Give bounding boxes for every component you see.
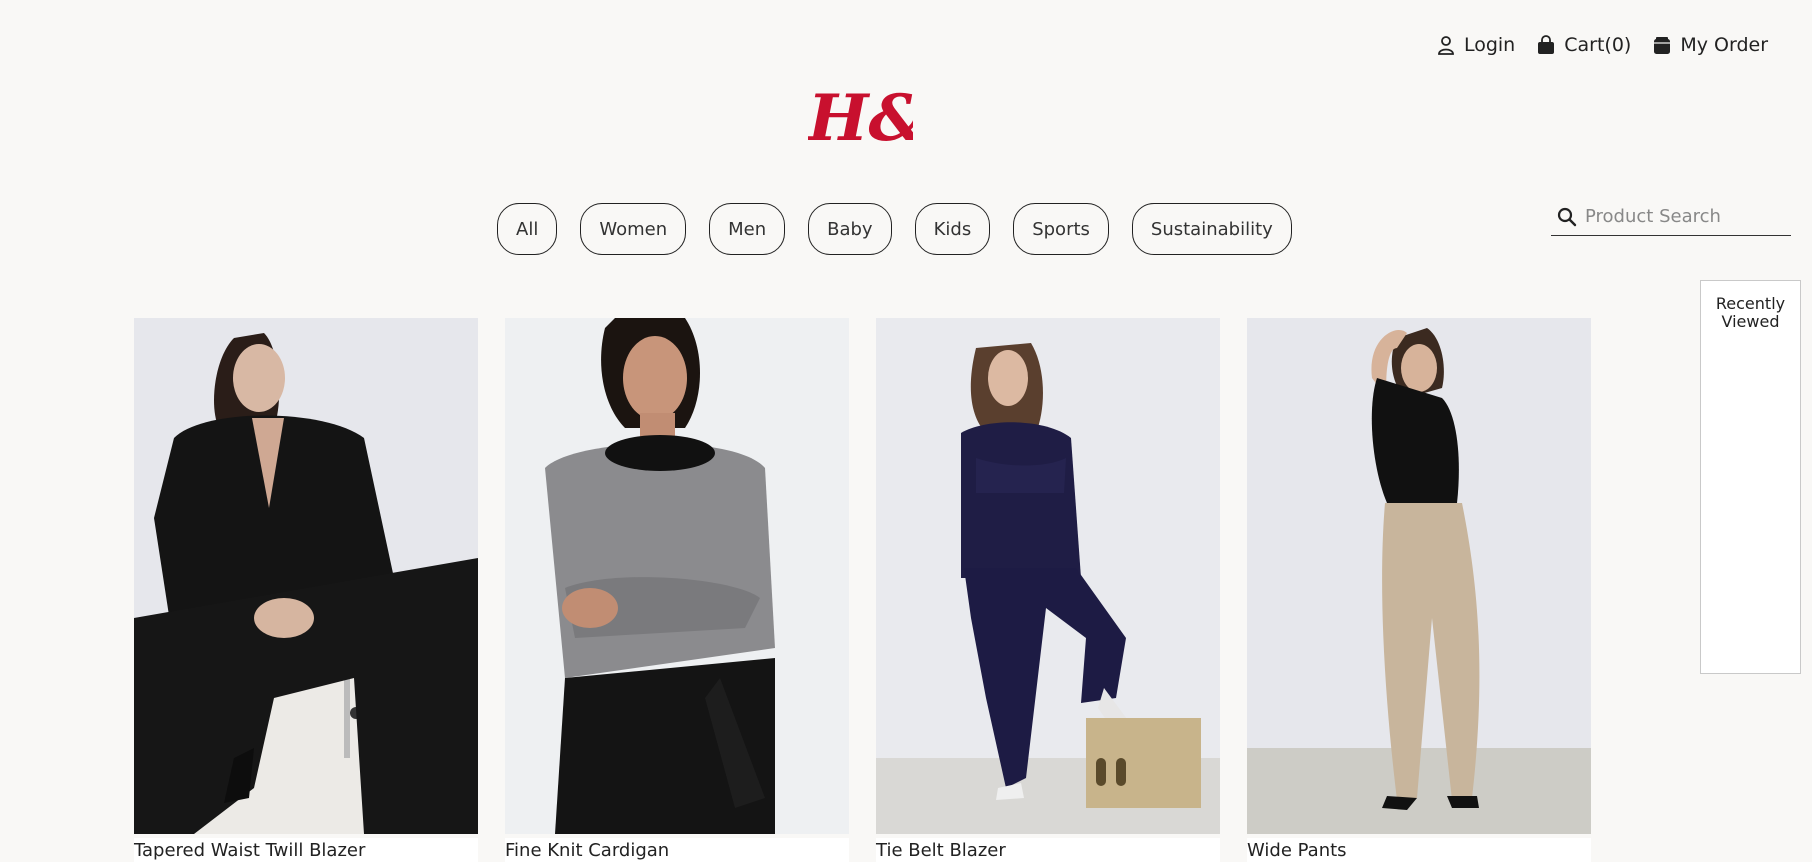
product-image[interactable] [876,318,1220,834]
product-image[interactable] [134,318,478,834]
login-link[interactable]: Login [1437,34,1515,56]
hm-logo[interactable]: H&M [806,78,999,156]
category-pill-men[interactable]: Men [709,203,786,255]
recently-viewed-panel: Recently Viewed [1700,280,1801,674]
recently-viewed-title-line2: Viewed [1721,312,1780,331]
product-card[interactable]: Tie Belt Blazer [876,318,1220,862]
product-card[interactable]: Tapered Waist Twill Blazer [134,318,478,862]
product-grid: Tapered Waist Twill Blazer Fine Knit Car… [134,318,1591,862]
product-name[interactable]: Wide Pants [1247,838,1591,862]
my-order-label: My Order [1680,34,1768,56]
cart-label: Cart(0) [1564,34,1632,56]
category-pill-women[interactable]: Women [580,203,687,255]
product-name[interactable]: Fine Knit Cardigan [505,838,849,862]
category-pill-sustainability[interactable]: Sustainability [1131,203,1292,255]
top-nav: Login Cart(0) My Order [1437,34,1768,56]
hm-logo-mark: H&M [806,81,999,156]
shopping-bag-icon [1538,35,1555,54]
search-icon[interactable] [1557,207,1577,227]
product-name[interactable]: Tapered Waist Twill Blazer [134,838,478,862]
search-input[interactable] [1585,206,1785,227]
product-image[interactable] [1247,318,1591,834]
package-icon [1654,37,1671,54]
category-pill-all[interactable]: All [497,203,558,255]
recently-viewed-title-line1: Recently [1715,294,1786,313]
login-label: Login [1463,34,1516,56]
logo-text: H&M [808,81,913,153]
category-pill-sports[interactable]: Sports [1013,203,1109,255]
product-card[interactable]: Fine Knit Cardigan [505,318,849,862]
category-pill-baby[interactable]: Baby [808,203,892,255]
product-card[interactable]: Wide Pants [1247,318,1591,862]
product-name[interactable]: Tie Belt Blazer [876,838,1220,862]
my-order-link[interactable]: My Order [1653,34,1768,56]
product-image[interactable] [505,318,849,834]
cart-link[interactable]: Cart(0) [1537,34,1631,56]
search-box [1551,198,1791,236]
category-nav: All Women Men Baby Kids Sports Sustainability [497,203,1292,255]
user-icon [1438,36,1454,55]
category-pill-kids[interactable]: Kids [914,203,991,255]
